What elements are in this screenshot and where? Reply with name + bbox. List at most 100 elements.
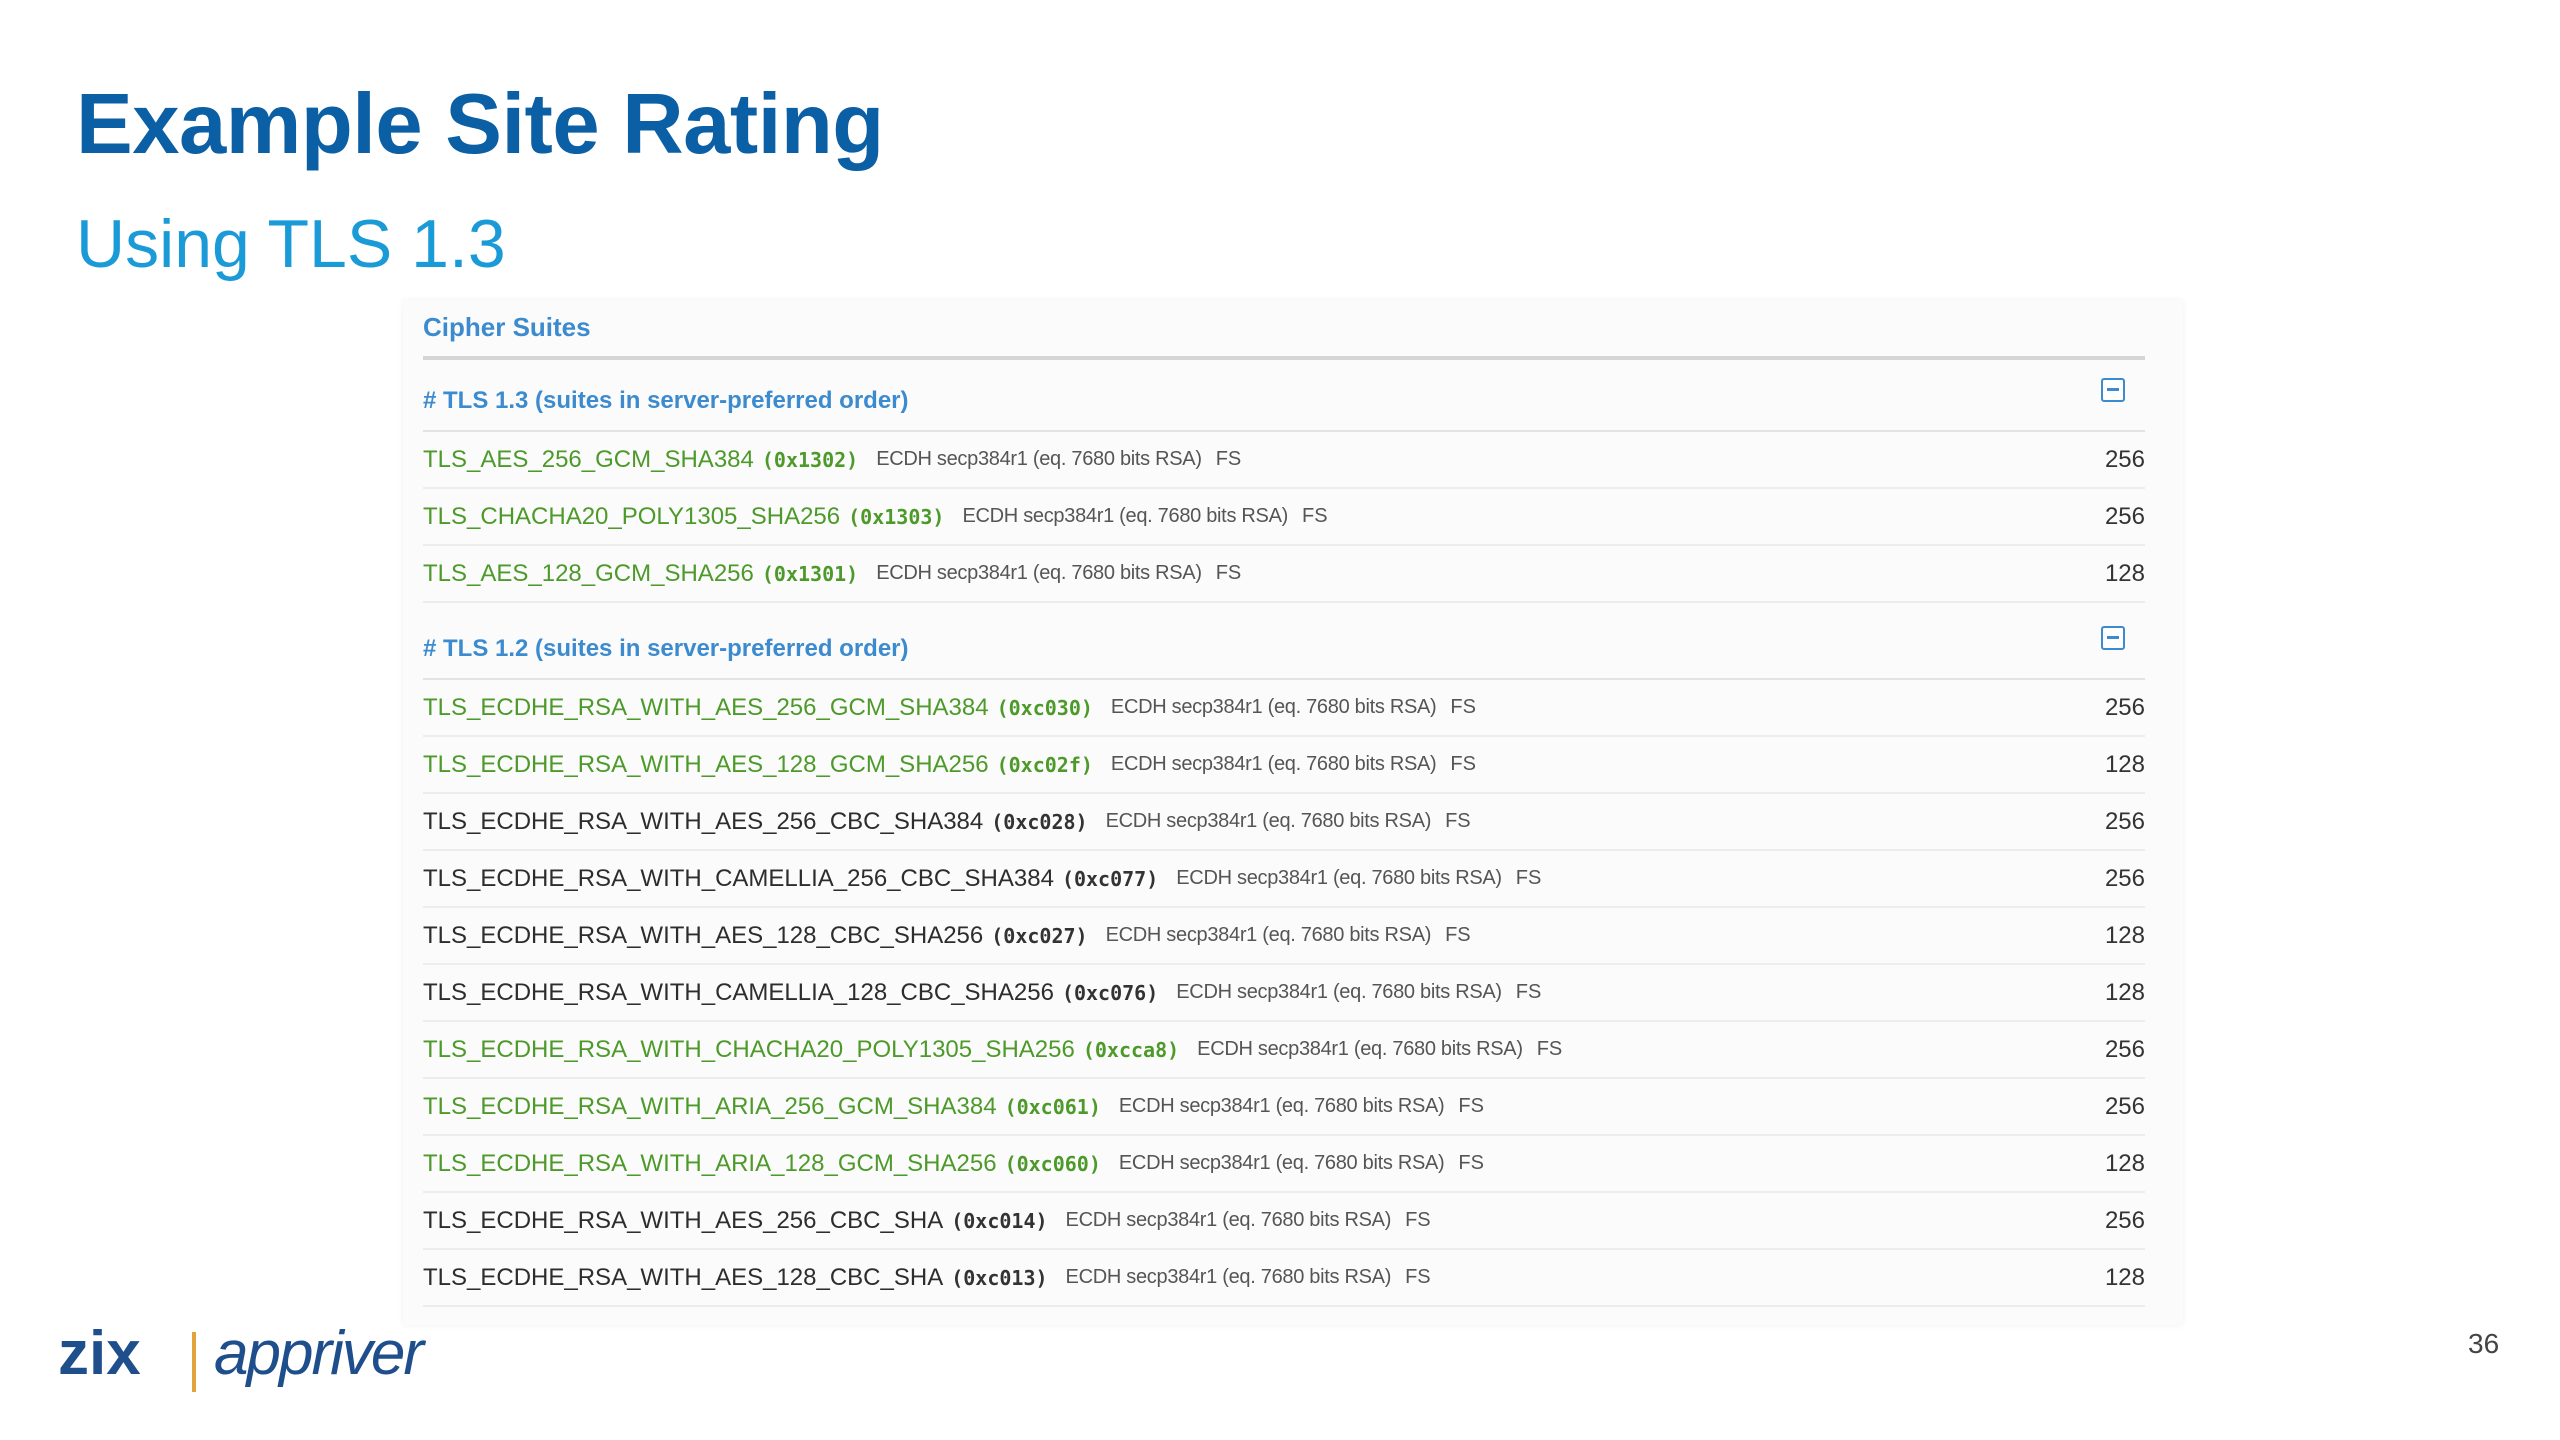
cipher-name: TLS_AES_256_GCM_SHA384 (0x1302) [423,446,858,474]
key-exchange: ECDH secp384r1 (eq. 7680 bits RSA) [1176,981,1502,1003]
key-exchange: ECDH secp384r1 (eq. 7680 bits RSA) [1118,1095,1445,1117]
key-exchange: ECDH secp384r1 (eq. 7680 bits RSA) [1176,867,1502,889]
cipher-bits: 256 [2104,1093,2145,1120]
cipher-row: TLS_AES_128_GCM_SHA256 (0x1301) ECDH secp3… [423,546,2145,603]
cipher-bits: 256 [2104,1207,2145,1234]
cipher-name: TLS_ECDHE_RSA_WITH_CAMELLIA_256_CBC_SHA3… [423,865,1158,893]
cipher-name: TLS_AES_128_GCM_SHA256 (0x1301) [423,560,858,588]
cipher-bits: 128 [2104,1264,2145,1291]
cipher-name: TLS_ECDHE_RSA_WITH_ARIA_256_GCM_SHA384 (0… [423,1093,1101,1121]
cipher-row: TLS_ECDHE_RSA_WITH_AES_128_CBC_SHA (0xc01… [423,1250,2145,1307]
svg-text:zix: zix [58,1319,141,1388]
key-exchange: ECDH secp384r1 (eq. 7680 bits RSA) [1110,696,1437,718]
forward-secrecy: FS [1515,867,1542,889]
cipher-code: (0xc061) [1004,1094,1101,1119]
cipher-row: TLS_CHACHA20_POLY1305_SHA256 (0x1303) ECDH… [423,489,2145,546]
cipher-row: TLS_ECDHE_RSA_WITH_AES_256_GCM_SHA384 (0x… [423,680,2145,737]
forward-secrecy: FS [1215,448,1242,470]
key-exchange: ECDH secp384r1 (eq. 7680 bits RSA) [1110,753,1437,775]
key-exchange: ECDH secp384r1 (eq. 7680 bits RSA) [876,562,1202,584]
cipher-code: (0xc028) [991,809,1088,834]
key-exchange: ECDH secp384r1 (eq. 7680 bits RSA) [876,448,1202,470]
collapse-icon[interactable] [2101,378,2125,402]
cipher-code: (0x1303) [848,504,945,529]
cipher-bits: 256 [2104,446,2145,473]
cipher-name: TLS_ECDHE_RSA_WITH_AES_256_CBC_SHA384 (0x… [423,808,1088,836]
cipher-code: (0xc014) [951,1208,1048,1233]
cipher-code: (0xc013) [951,1265,1048,1290]
cipher-suite-text: TLS_ECDHE_RSA_WITH_AES_128_GCM_SHA256 [423,750,989,778]
forward-secrecy: FS [1405,1266,1431,1288]
cipher-row: TLS_ECDHE_RSA_WITH_AES_256_CBC_SHA384 (0x… [423,794,2145,851]
forward-secrecy: FS [1515,981,1542,1003]
cipher-name: TLS_ECDHE_RSA_WITH_ARIA_128_GCM_SHA256 (0… [423,1150,1101,1178]
cipher-bits: 128 [2104,979,2145,1006]
cipher-bits: 128 [2104,922,2145,949]
cipher-suite-text: TLS_ECDHE_RSA_WITH_AES_128_CBC_SHA [423,1263,944,1291]
cipher-name: TLS_ECDHE_RSA_WITH_AES_256_GCM_SHA384 (0x… [423,694,1093,722]
cipher-bits: 128 [2104,751,2145,778]
forward-secrecy: FS [1458,1095,1484,1117]
forward-secrecy: FS [1215,562,1242,584]
cipher-name: TLS_ECDHE_RSA_WITH_CAMELLIA_128_CBC_SHA2… [423,979,1158,1007]
cipher-row: TLS_ECDHE_RSA_WITH_AES_256_CBC_SHA (0xc01… [423,1193,2145,1250]
cipher-suite-text: TLS_ECDHE_RSA_WITH_ARIA_256_GCM_SHA384 [423,1092,997,1120]
cipher-name: TLS_ECDHE_RSA_WITH_AES_128_GCM_SHA256 (0x… [423,751,1093,779]
cipher-row: TLS_ECDHE_RSA_WITH_CAMELLIA_256_CBC_SHA3… [423,851,2145,908]
section-label-tls13: # TLS 1.3 (suites in server-preferred or… [423,387,909,414]
cipher-bits: 128 [2104,1150,2145,1177]
svg-text:appriver: appriver [214,1319,426,1388]
collapse-icon[interactable] [2101,626,2125,650]
forward-secrecy: FS [1450,696,1476,718]
cipher-name: TLS_ECDHE_RSA_WITH_CHACHA20_POLY1305_SHA… [423,1036,1179,1064]
cipher-suite-text: TLS_ECDHE_RSA_WITH_ARIA_128_GCM_SHA256 [423,1149,997,1177]
cipher-row: TLS_ECDHE_RSA_WITH_AES_128_CBC_SHA256 (0x… [423,908,2145,965]
page-number: 36 [2468,1328,2500,1359]
forward-secrecy: FS [1536,1038,1563,1060]
cipher-suite-text: TLS_ECDHE_RSA_WITH_CHACHA20_POLY1305_SHA… [423,1035,1075,1063]
key-exchange: ECDH secp384r1 (eq. 7680 bits RSA) [1065,1209,1392,1231]
cipher-bits: 256 [2104,865,2145,892]
cipher-code: (0x1301) [761,561,859,586]
forward-secrecy: FS [1450,753,1476,775]
forward-secrecy: FS [1301,505,1328,527]
forward-secrecy: FS [1445,810,1471,832]
cipher-suites-panel: Cipher Suites # TLS 1.3 (suites in serve… [403,300,2183,1325]
key-exchange: ECDH secp384r1 (eq. 7680 bits RSA) [962,505,1288,527]
cipher-row: TLS_ECDHE_RSA_WITH_ARIA_256_GCM_SHA384 (0… [423,1079,2145,1136]
section-header: # TLS 1.2 (suites in server-preferred or… [423,626,2145,680]
zix-appriver-logo: zix appriver [58,1319,428,1392]
forward-secrecy: FS [1445,924,1471,946]
key-exchange: ECDH secp384r1 (eq. 7680 bits RSA) [1105,810,1432,832]
cipher-code: (0xc02f) [996,752,1093,777]
cipher-suite-text: TLS_ECDHE_RSA_WITH_AES_128_CBC_SHA256 [423,921,984,949]
cipher-code: (0xc077) [1061,866,1159,891]
cipher-code: (0xc076) [1061,980,1159,1005]
cipher-bits: 256 [2104,1036,2145,1063]
cipher-code: (0xc030) [996,695,1093,720]
cipher-name: TLS_CHACHA20_POLY1305_SHA256 (0x1303) [423,503,944,531]
forward-secrecy: FS [1458,1152,1484,1174]
cipher-suite-text: TLS_ECDHE_RSA_WITH_CAMELLIA_256_CBC_SHA3… [423,864,1054,892]
cipher-suite-text: TLS_ECDHE_RSA_WITH_AES_256_GCM_SHA384 [423,693,989,721]
cipher-suite-text: TLS_ECDHE_RSA_WITH_CAMELLIA_128_CBC_SHA2… [423,978,1054,1006]
section-header: # TLS 1.3 (suites in server-preferred or… [423,378,2145,432]
cipher-row: TLS_ECDHE_RSA_WITH_CHACHA20_POLY1305_SHA… [423,1022,2145,1079]
panel-header: Cipher Suites [423,312,2145,360]
slide-subtitle: Using TLS 1.3 [76,206,506,282]
cipher-code: (0xc060) [1004,1151,1101,1176]
cipher-suite-text: TLS_ECDHE_RSA_WITH_AES_256_CBC_SHA [423,1206,944,1234]
cipher-row: TLS_ECDHE_RSA_WITH_CAMELLIA_128_CBC_SHA2… [423,965,2145,1022]
cipher-bits: 256 [2104,694,2145,721]
key-exchange: ECDH secp384r1 (eq. 7680 bits RSA) [1065,1266,1392,1288]
key-exchange: ECDH secp384r1 (eq. 7680 bits RSA) [1197,1038,1523,1060]
cipher-suite-text: TLS_CHACHA20_POLY1305_SHA256 [423,502,841,530]
forward-secrecy: FS [1405,1209,1431,1231]
cipher-name: TLS_ECDHE_RSA_WITH_AES_128_CBC_SHA256 (0x… [423,922,1088,950]
tls12-section: # TLS 1.2 (suites in server-preferred or… [423,626,2145,1307]
cipher-row: TLS_ECDHE_RSA_WITH_ARIA_128_GCM_SHA256 (0… [423,1136,2145,1193]
cipher-bits: 128 [2104,560,2145,587]
cipher-name: TLS_ECDHE_RSA_WITH_AES_256_CBC_SHA (0xc01… [423,1207,1048,1235]
cipher-code: (0xcca8) [1082,1037,1180,1062]
cipher-bits: 256 [2104,503,2145,530]
